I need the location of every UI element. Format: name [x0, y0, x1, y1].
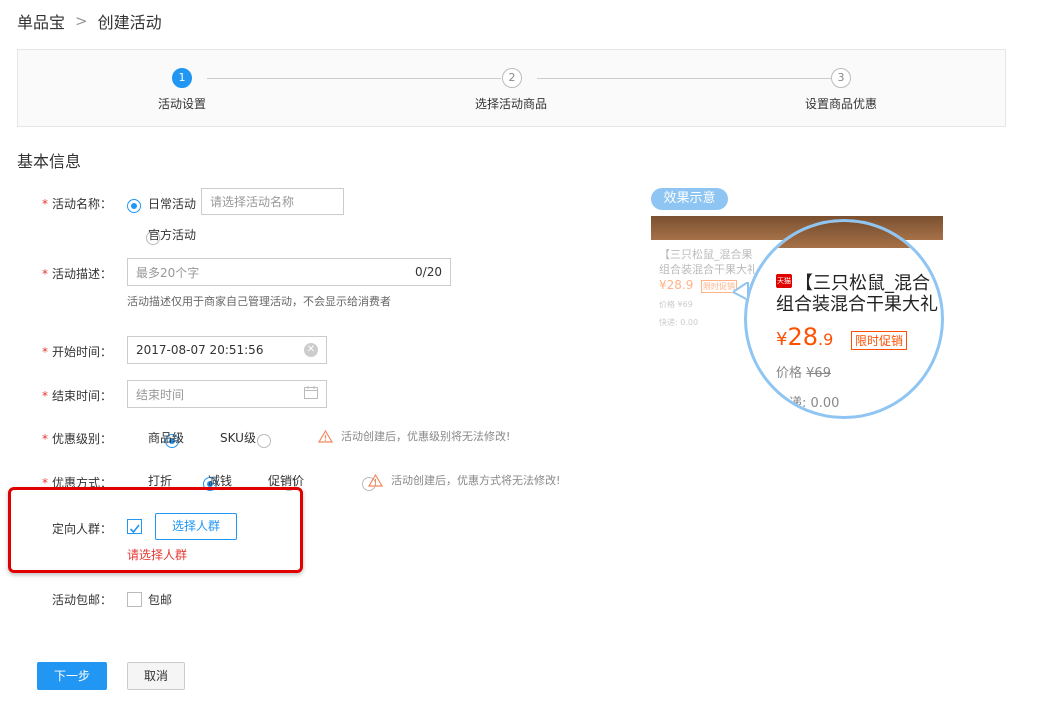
section-title: 基本信息 — [17, 152, 82, 171]
char-count: 0/20 — [415, 265, 442, 279]
mag-title-2: 组合装混合干果大礼 — [776, 294, 938, 315]
small-badge: 限时促销 — [701, 280, 737, 293]
small-price: ¥28.9 — [659, 278, 694, 292]
small-shipping: 快递: 0.00 — [659, 318, 699, 327]
radio-sku-level-label[interactable]: SKU级 — [220, 429, 256, 446]
chevron-right-icon: > — [75, 12, 88, 30]
activity-name-input[interactable]: 请选择活动名称 — [201, 188, 344, 215]
preview-magnifier: 天猫 【三只松鼠_混合 组合装混合干果大礼 ¥28.9 限时促销 价格 ¥69 … — [744, 219, 944, 419]
free-shipping-label: 活动包邮： — [51, 593, 112, 607]
check-icon — [129, 524, 140, 534]
step-3-label: 设置商品优惠 — [805, 97, 878, 111]
target-crowd-label: 定向人群： — [51, 522, 112, 536]
free-shipping-option[interactable]: 包邮 — [148, 591, 172, 608]
breadcrumb-root[interactable]: 单品宝 — [17, 9, 65, 33]
crowd-error: 请选择人群 — [127, 548, 188, 562]
mag-price: ¥28.9 — [776, 323, 834, 351]
step-2-number: 2 — [502, 68, 522, 88]
start-time-input[interactable]: 2017-08-07 20:51:56 ✕ — [127, 336, 327, 364]
step-2-label: 选择活动商品 — [475, 97, 548, 111]
mag-orig-price: 价格 ¥69 — [776, 366, 831, 381]
magnifier-pointer — [733, 282, 749, 302]
warning-icon — [318, 429, 333, 443]
small-orig-price: 价格 ¥69 — [659, 300, 693, 309]
radio-item-level-label[interactable]: 商品级 — [148, 429, 184, 446]
free-shipping-checkbox[interactable] — [127, 592, 142, 607]
tmall-icon: 天猫 — [776, 274, 792, 288]
radio-sku-level[interactable] — [257, 433, 272, 448]
select-crowd-button[interactable]: 选择人群 — [155, 513, 237, 540]
breadcrumb-current: 创建活动 — [97, 13, 162, 32]
activity-desc-input[interactable]: 最多20个字 0/20 — [127, 258, 451, 286]
end-time-input[interactable]: 结束时间 — [127, 380, 327, 408]
activity-desc-label: * 活动描述： — [41, 267, 112, 281]
breadcrumb: 单品宝 > 创建活动 — [17, 9, 162, 33]
product-image-strip — [747, 222, 941, 248]
next-step-button[interactable]: 下一步 — [37, 662, 107, 690]
small-title-2: 组合装混合干果大礼 — [659, 263, 758, 276]
step-connector — [207, 78, 501, 79]
calendar-icon[interactable] — [304, 386, 318, 402]
step-1-label: 活动设置 — [158, 97, 207, 111]
clear-icon[interactable]: ✕ — [304, 343, 318, 357]
target-crowd-checkbox[interactable] — [127, 519, 142, 534]
activity-name-label: * 活动名称： — [41, 197, 112, 211]
radio-daily[interactable] — [127, 198, 141, 213]
end-time-label: * 结束时间： — [41, 389, 112, 403]
preview-tag: 效果示意 — [651, 188, 728, 210]
discount-method-warning: 活动创建后，优惠方式将无法修改! — [368, 472, 560, 488]
mag-shipping: 快递: 0.00 — [776, 396, 840, 411]
warning-icon — [368, 473, 383, 487]
steps-panel: 1 2 3 活动设置 选择活动商品 设置商品优惠 — [17, 49, 1006, 127]
step-1-number: 1 — [172, 68, 192, 88]
radio-daily-label[interactable]: 日常活动 — [148, 195, 196, 212]
small-title-1: 【三只松鼠_混合果 — [659, 248, 753, 261]
start-time-label: * 开始时间： — [41, 345, 112, 359]
discount-level-warning: 活动创建后，优惠级别将无法修改! — [318, 428, 510, 444]
activity-desc-hint: 活动描述仅用于商家自己管理活动，不会显示给消费者 — [127, 295, 391, 308]
step-3-number: 3 — [831, 68, 851, 88]
radio-official-label[interactable]: 官方活动 — [148, 226, 196, 243]
mag-badge: 限时促销 — [851, 331, 908, 350]
step-connector — [537, 78, 831, 79]
cancel-button[interactable]: 取消 — [127, 662, 185, 690]
discount-level-label: * 优惠级别： — [41, 432, 112, 446]
